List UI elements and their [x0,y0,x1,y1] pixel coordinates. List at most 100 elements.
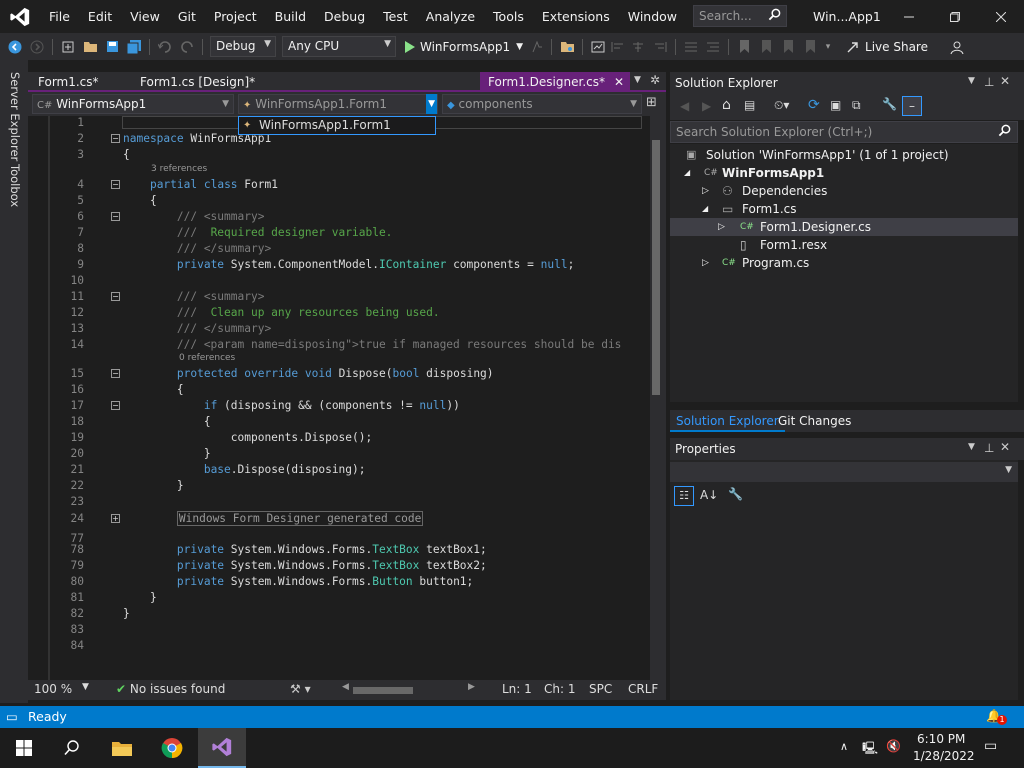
tree-item-project[interactable]: ◢ C# WinFormsApp1 [670,164,1018,182]
gear-icon[interactable]: ✲ [650,73,660,87]
pin-icon[interactable]: ⊥ [984,75,994,89]
collapse-region-icon[interactable]: − [111,134,120,143]
code-line[interactable]: /// Required designer variable. [123,226,393,239]
server-explorer-tab[interactable]: Server Explorer [8,72,22,161]
code-line[interactable]: { [123,415,211,428]
code-line[interactable]: /// <param name=disposing">true if manag… [123,338,622,351]
clock-date[interactable]: 1/28/2022 [913,749,975,763]
cleanup-brush-icon[interactable]: ⚒ ▾ [290,682,311,696]
menu-view[interactable]: View [121,0,169,33]
split-editor-icon[interactable]: ⊞ [646,95,657,110]
configuration-select[interactable]: Debug ▼ [210,36,276,57]
collapse-region-icon[interactable]: − [111,292,120,301]
tab-list-dropdown-icon[interactable]: ▼ [634,75,641,85]
code-line[interactable]: { [123,194,157,207]
code-line[interactable]: base.Dispose(disposing); [123,463,366,476]
code-line[interactable]: partial class Form1 [123,178,278,191]
search-box[interactable]: Search... [693,5,787,27]
clock-time[interactable]: 6:10 PM [917,732,965,746]
code-line[interactable]: components.Dispose(); [123,431,372,444]
codelens-references[interactable]: 3 references [151,164,207,174]
chevron-down-icon[interactable]: ▼ [82,682,89,692]
start-button[interactable] [0,728,48,768]
code-line[interactable]: /// </summary> [123,322,271,335]
property-pages-icon[interactable]: 🔧 [728,487,743,501]
tab-git-changes[interactable]: Git Changes [772,412,857,430]
comment-lines-icon[interactable] [682,36,700,58]
code-line[interactable]: /// <summary> [123,290,265,303]
horizontal-scrollbar-thumb[interactable] [353,687,413,694]
member-dropdown[interactable]: ◆ components ▼ [442,94,642,114]
object-selector[interactable]: ▼ [670,462,1018,482]
type-dropdown[interactable]: ✦ WinFormsApp1.Form1 ▼ [238,94,438,114]
tab-form1-cs[interactable]: Form1.cs* [30,72,107,92]
code-line[interactable]: { [123,148,130,161]
menu-edit[interactable]: Edit [79,0,121,33]
codelens-references[interactable]: 0 references [179,353,235,363]
code-line[interactable]: } [123,591,157,604]
platform-select[interactable]: Any CPU ▼ [282,36,396,57]
visual-studio-logo-icon[interactable] [0,0,40,33]
maximize-button[interactable] [932,0,978,33]
tree-item-form1-cs[interactable]: ◢ ▭ Form1.cs [670,200,1018,218]
code-editor[interactable]: 1 2− namespace WinFormsApp1 3{4− partial cl… [28,116,650,680]
code-line[interactable]: Windows Form Designer generated code [123,511,424,526]
tab-solution-explorer[interactable]: Solution Explorer [670,412,785,432]
code-line[interactable]: private System.Windows.Forms.TextBox tex… [123,543,487,556]
menu-extensions[interactable]: Extensions [533,0,619,33]
search-icon[interactable] [48,728,96,768]
type-dropdown-list-item[interactable]: ✦ WinFormsApp1.Form1 [238,116,436,135]
live-share-button[interactable]: Live Share [845,36,928,58]
file-explorer-icon[interactable] [98,728,146,768]
diagnostics-icon[interactable] [589,36,607,58]
menu-window[interactable]: Window [619,0,686,33]
prev-bookmark-icon[interactable] [757,36,775,58]
close-icon[interactable]: ✕ [1000,74,1010,88]
code-line[interactable]: protected override void Dispose(bool dis… [123,367,494,380]
toolbar-overflow-icon[interactable]: ▾ [823,36,833,58]
code-line[interactable]: if (disposing && (components != null)) [123,399,460,412]
zoom-level[interactable]: 100 % [34,682,72,696]
minimize-button[interactable] [886,0,932,33]
code-line[interactable]: /// Clean up any resources being used. [123,306,440,319]
pin-icon[interactable]: ⊥ [984,441,994,455]
code-line[interactable]: private System.Windows.Forms.Button butt… [123,575,473,588]
save-all-icon[interactable] [125,36,143,58]
pending-changes-icon[interactable]: ⏲▾ [774,98,789,113]
clear-bookmarks-icon[interactable] [801,36,819,58]
tree-item-dependencies[interactable]: ▷ ⚇ Dependencies [670,182,1018,200]
start-debugging-button[interactable]: WinFormsApp1 ▼ [405,36,523,58]
menu-build[interactable]: Build [266,0,315,33]
scrollbar-thumb[interactable] [652,140,660,395]
next-bookmark-icon[interactable] [779,36,797,58]
menu-debug[interactable]: Debug [315,0,374,33]
visual-studio-taskbar-icon[interactable] [198,728,246,768]
column-indicator[interactable]: Ch: 1 [544,682,575,696]
home-icon[interactable]: ⌂ [722,97,731,113]
collapse-region-icon[interactable]: − [111,212,120,221]
tree-item-form1-designer-cs[interactable]: ▷ C# Form1.Designer.cs [670,218,1018,236]
code-line[interactable]: private System.ComponentModel.IContainer… [123,258,574,271]
expand-region-icon[interactable]: + [111,514,120,523]
tree-item-form1-resx[interactable]: ▯ Form1.resx [670,236,1018,254]
navigate-forward-icon[interactable] [28,36,46,58]
chrome-icon[interactable] [148,728,196,768]
code-line[interactable]: /// </summary> [123,242,271,255]
project-dropdown[interactable]: C# WinFormsApp1 ▼ [32,94,234,114]
code-line[interactable]: } [123,447,211,460]
open-folder-icon[interactable] [81,36,99,58]
preview-toggle-icon[interactable]: – [902,96,922,116]
code-line[interactable]: { [123,383,184,396]
volume-muted-icon[interactable]: 🔇 [886,739,901,753]
hot-reload-icon[interactable] [527,36,545,58]
tree-item-program-cs[interactable]: ▷ C# Program.cs [670,254,1018,272]
back-icon[interactable]: ◀ [680,99,689,113]
menu-analyze[interactable]: Analyze [417,0,484,33]
categorized-icon[interactable]: ☷ [674,486,694,506]
issues-indicator[interactable]: ✔ No issues found [116,682,225,696]
tree-item-solution[interactable]: ▣ Solution 'WinFormsApp1' (1 of 1 project… [670,146,1018,164]
bookmark-icon[interactable] [735,36,753,58]
collapse-region-icon[interactable]: − [111,369,120,378]
action-center-icon[interactable]: ▭ [984,738,997,754]
menu-file[interactable]: File [40,0,79,33]
